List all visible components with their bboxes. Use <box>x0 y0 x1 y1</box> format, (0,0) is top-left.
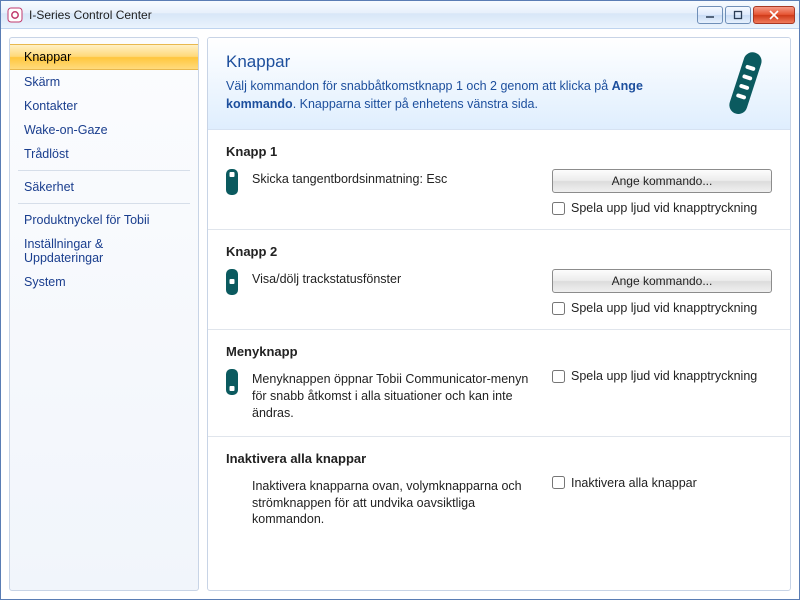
menu-button-description: Menyknappen öppnar Tobii Communicator-me… <box>252 369 538 422</box>
maximize-button[interactable] <box>725 6 751 24</box>
sidebar-item-skarm[interactable]: Skärm <box>10 70 198 94</box>
menu-button-icon <box>226 369 238 400</box>
device-icon <box>722 48 774 127</box>
titlebar: I-Series Control Center <box>1 1 799 29</box>
window-title: I-Series Control Center <box>29 8 697 22</box>
section-title: Knapp 1 <box>226 144 772 159</box>
disable-all-checkbox[interactable]: Inaktivera alla knappar <box>552 476 772 490</box>
window-buttons <box>697 6 795 24</box>
play-sound-checkbox-menu[interactable]: Spela upp ljud vid knapptryckning <box>552 369 772 383</box>
button-2-icon <box>226 269 238 300</box>
section-title: Knapp 2 <box>226 244 772 259</box>
section-title: Inaktivera alla knappar <box>226 451 772 466</box>
section-button-1: Knapp 1 Skicka tangentbordsinmatning: Es… <box>208 130 790 229</box>
minimize-button[interactable] <box>697 6 723 24</box>
sidebar-item-tradlost[interactable]: Trådlöst <box>10 142 198 166</box>
close-button[interactable] <box>753 6 795 24</box>
assign-command-button-1[interactable]: Ange kommando... <box>552 169 772 193</box>
sidebar-item-wake-on-gaze[interactable]: Wake-on-Gaze <box>10 118 198 142</box>
button-2-current-command: Visa/dölj trackstatusfönster <box>252 269 538 288</box>
sidebar-separator <box>18 203 190 204</box>
content-panel: Knappar Välj kommandon för snabbåtkomstk… <box>207 37 791 591</box>
app-window: I-Series Control Center Knappar Skärm Ko… <box>0 0 800 600</box>
play-sound-checkbox-2[interactable]: Spela upp ljud vid knapptryckning <box>552 301 772 315</box>
app-icon <box>7 7 23 23</box>
body: Knappar Skärm Kontakter Wake-on-Gaze Trå… <box>1 29 799 599</box>
sidebar-item-installningar[interactable]: Inställningar & Uppdateringar <box>10 232 198 270</box>
disable-all-description: Inaktivera knapparna ovan, volymknapparn… <box>252 476 538 529</box>
play-sound-input-menu[interactable] <box>552 370 565 383</box>
section-button-2: Knapp 2 Visa/dölj trackstatusfönster Ang… <box>208 229 790 329</box>
sidebar-separator <box>18 170 190 171</box>
play-sound-input-1[interactable] <box>552 202 565 215</box>
sidebar-item-kontakter[interactable]: Kontakter <box>10 94 198 118</box>
sidebar-item-produktnyckel[interactable]: Produktnyckel för Tobii <box>10 208 198 232</box>
sidebar-item-sakerhet[interactable]: Säkerhet <box>10 175 198 199</box>
page-title: Knappar <box>226 52 772 72</box>
section-menu-button: Menyknapp Menyknappen öppnar Tobii Commu… <box>208 329 790 436</box>
play-sound-checkbox-1[interactable]: Spela upp ljud vid knapptryckning <box>552 201 772 215</box>
disable-all-input[interactable] <box>552 476 565 489</box>
play-sound-input-2[interactable] <box>552 302 565 315</box>
sidebar-item-system[interactable]: System <box>10 270 198 294</box>
section-disable-all: Inaktivera alla knappar Inaktivera knapp… <box>208 436 790 543</box>
button-1-icon <box>226 169 238 200</box>
sidebar-item-knappar[interactable]: Knappar <box>10 44 198 70</box>
sidebar: Knappar Skärm Kontakter Wake-on-Gaze Trå… <box>9 37 199 591</box>
content-header: Knappar Välj kommandon för snabbåtkomstk… <box>208 38 790 130</box>
section-title: Menyknapp <box>226 344 772 359</box>
assign-command-button-2[interactable]: Ange kommando... <box>552 269 772 293</box>
button-1-current-command: Skicka tangentbordsinmatning: Esc <box>252 169 538 188</box>
page-description: Välj kommandon för snabbåtkomstknapp 1 o… <box>226 78 646 113</box>
